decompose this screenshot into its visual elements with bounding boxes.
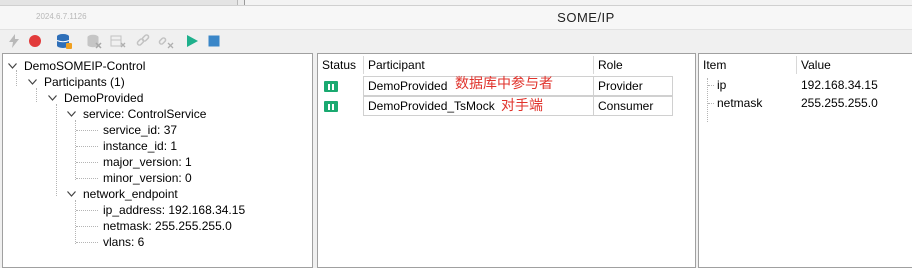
tree-node-label: service: ControlService: [83, 107, 207, 121]
tree-node-label: DemoProvided: [64, 91, 144, 105]
annotation-text: 对手端: [501, 98, 543, 114]
property-value[interactable]: 255.255.255.0: [797, 94, 878, 112]
chevron-down-icon[interactable]: [66, 186, 76, 202]
column-header-value[interactable]: Value: [797, 56, 912, 74]
tree-leaf-major-version[interactable]: major_version: 1: [103, 154, 192, 170]
column-header-item[interactable]: Item: [699, 56, 797, 74]
stop-icon[interactable]: [206, 33, 222, 49]
window-top-strip-right: [244, 0, 912, 5]
column-header-participant[interactable]: Participant: [364, 56, 594, 74]
properties-table[interactable]: Item Value ip 192.168.34.15 netmask 255.…: [698, 53, 912, 268]
participant-role[interactable]: Consumer: [594, 97, 653, 115]
tree-guide: [36, 88, 37, 102]
config-tree-panel[interactable]: DemoSOMEIP-Control Participants (1) Demo…: [2, 53, 313, 268]
tree-guide: [76, 130, 98, 131]
status-running-icon: [324, 101, 338, 112]
annotation-text: 数据库中参与者: [455, 76, 553, 92]
tree-leaf-instance-id[interactable]: instance_id: 1: [103, 138, 177, 154]
tree-leaf-ip-address[interactable]: ip_address: 192.168.34.15: [103, 202, 245, 218]
tree-guide: [76, 162, 98, 163]
property-item: ip: [717, 78, 727, 92]
chevron-down-icon[interactable]: [27, 74, 37, 90]
tree-guide: [75, 120, 76, 180]
unlink-icon[interactable]: [158, 33, 174, 49]
window-title: SOME/IP: [0, 10, 912, 25]
tree-guide: [76, 210, 98, 211]
participant-role[interactable]: Provider: [594, 77, 643, 95]
play-icon[interactable]: [184, 33, 200, 49]
tree-guide: [75, 200, 76, 244]
tree-node-label: DemoSOMEIP-Control: [24, 59, 146, 73]
participant-name[interactable]: DemoProvided: [364, 77, 447, 95]
property-item: netmask: [717, 96, 763, 110]
toolbar: [0, 30, 912, 52]
tree-leaf-netmask[interactable]: netmask: 255.255.255.0: [103, 218, 232, 234]
title-bar: 2024.6.7.1126 SOME/IP: [0, 6, 912, 30]
chevron-down-icon[interactable]: [66, 106, 76, 122]
chevron-down-icon[interactable]: [47, 90, 57, 106]
status-running-icon: [324, 81, 338, 92]
record-icon[interactable]: [27, 33, 43, 49]
columns-icon[interactable]: [110, 33, 126, 49]
database-icon[interactable]: [56, 33, 72, 49]
tree-guide: [76, 242, 98, 243]
database-remove-icon[interactable]: [86, 33, 102, 49]
column-header-status[interactable]: Status: [318, 56, 364, 74]
tree-leaf-service-id[interactable]: service_id: 37: [103, 122, 177, 138]
tree-guide: [76, 226, 98, 227]
column-header-role[interactable]: Role: [594, 56, 674, 74]
tree-leaf-minor-version[interactable]: minor_version: 0: [103, 170, 192, 186]
property-value[interactable]: 192.168.34.15: [797, 76, 878, 94]
lightning-icon[interactable]: [6, 33, 22, 49]
tree-guide: [56, 104, 57, 196]
link-icon[interactable]: [135, 33, 151, 49]
window-title-text: SOME/IP: [557, 10, 615, 25]
tree-node-label: network_endpoint: [83, 187, 178, 201]
tree-node-label: Participants (1): [44, 75, 125, 89]
chevron-down-icon[interactable]: [7, 58, 17, 74]
window-top-strip-left: [0, 0, 238, 5]
tree-guide: [76, 178, 98, 179]
participant-name[interactable]: DemoProvided_TsMock: [364, 97, 495, 115]
tree-leaf-vlans[interactable]: vlans: 6: [103, 234, 144, 250]
tree-guide: [76, 146, 98, 147]
participants-table[interactable]: Status Participant Role DemoProvided 数据库…: [317, 53, 696, 268]
